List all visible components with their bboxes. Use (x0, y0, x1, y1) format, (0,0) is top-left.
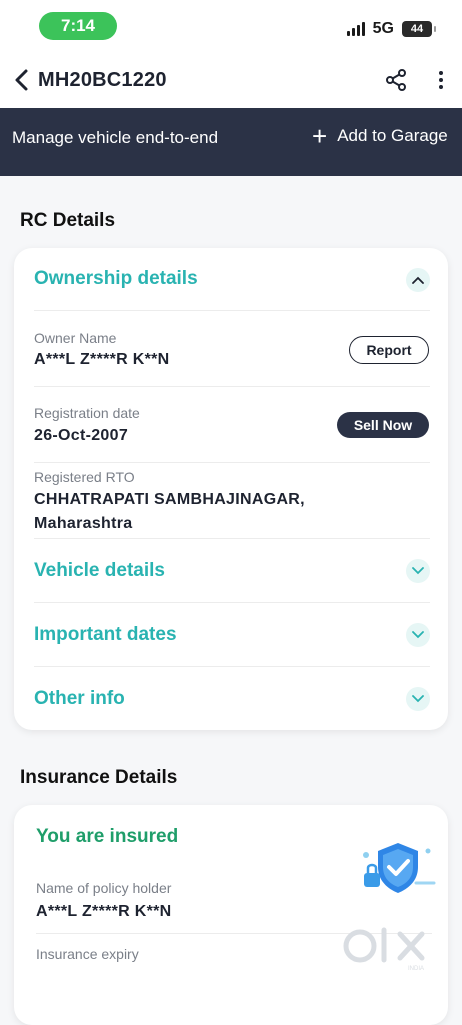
policy-holder-label: Name of policy holder (36, 880, 172, 896)
divider (34, 386, 430, 387)
insurance-card: You are insured Name of policy holder A*… (14, 805, 448, 1025)
more-options-button[interactable] (431, 68, 451, 92)
chevron-down-icon[interactable] (406, 559, 430, 583)
divider (34, 538, 430, 539)
more-vertical-icon (439, 71, 443, 75)
owner-name-value: A***L Z****R K**N (34, 351, 170, 368)
app-bar: MH20BC1220 (0, 52, 462, 108)
registered-rto-value-line2: Maharashtra (34, 515, 133, 532)
share-button[interactable] (384, 68, 408, 92)
insurance-details-title: Insurance Details (20, 767, 178, 788)
signal-icon (346, 22, 365, 36)
vehicle-details-header[interactable]: Vehicle details (34, 560, 165, 582)
insurance-expiry-label: Insurance expiry (36, 946, 139, 962)
divider (34, 602, 430, 603)
network-label: 5G (372, 20, 394, 37)
insurance-shield-icon (363, 843, 436, 893)
registration-date-value: 26-Oct-2007 (34, 427, 129, 444)
other-info-header[interactable]: Other info (34, 688, 125, 710)
chevron-down-icon[interactable] (406, 623, 430, 647)
battery-level: 44 (410, 23, 424, 35)
add-to-garage-label: Add to Garage (337, 126, 448, 145)
sell-now-button[interactable]: Sell Now (337, 412, 429, 438)
chevron-left-icon (15, 69, 28, 91)
status-icons: 5G 44 (346, 20, 436, 38)
status-time: 7:14 (39, 12, 117, 40)
add-to-garage-button[interactable]: + Add to Garage (312, 121, 448, 151)
manage-vehicle-banner: Manage vehicle end-to-end + Add to Garag… (0, 108, 462, 176)
policy-holder-value: A***L Z****R K**N (36, 903, 172, 920)
status-bar: 7:14 5G 44 (0, 0, 462, 52)
share-icon (386, 69, 406, 91)
banner-text: Manage vehicle end-to-end (12, 128, 219, 147)
chevron-down-icon[interactable] (406, 687, 430, 711)
back-button[interactable] (8, 66, 36, 94)
registered-rto-value-line1: CHHATRAPATI SAMBHAJINAGAR, (34, 491, 305, 508)
registered-rto-label: Registered RTO (34, 469, 135, 485)
olx-watermark: INDIA (343, 927, 425, 972)
insurance-status: You are insured (36, 826, 179, 847)
olx-watermark-sub: INDIA (408, 966, 424, 972)
important-dates-header[interactable]: Important dates (34, 624, 177, 646)
rc-details-card: Ownership details Owner Name A***L Z****… (14, 248, 448, 730)
chevron-up-icon[interactable] (406, 268, 430, 292)
page-title: MH20BC1220 (38, 69, 167, 91)
owner-name-label: Owner Name (34, 330, 117, 346)
report-button[interactable]: Report (349, 336, 429, 364)
rc-details-title: RC Details (20, 210, 116, 231)
registration-date-label: Registration date (34, 405, 140, 421)
divider (34, 462, 430, 463)
ownership-details-header[interactable]: Ownership details (34, 268, 198, 290)
battery-icon: 44 (402, 21, 436, 37)
divider (34, 310, 430, 311)
plus-icon: + (312, 121, 328, 151)
divider (34, 666, 430, 667)
